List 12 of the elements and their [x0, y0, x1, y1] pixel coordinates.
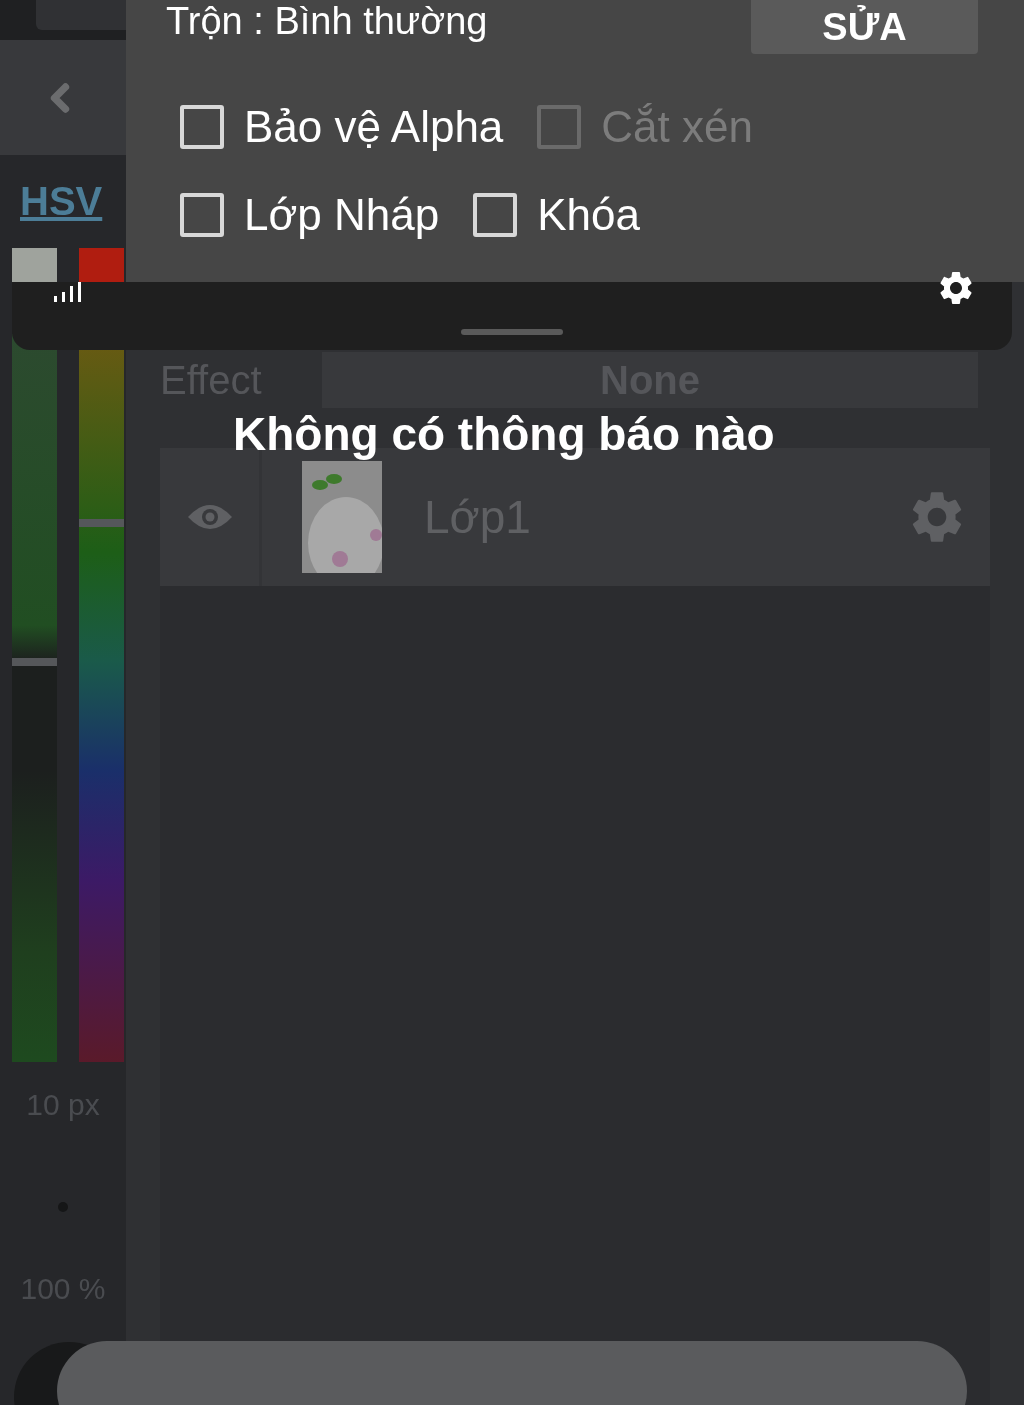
- checkbox-label[interactable]: Khóa: [473, 190, 640, 240]
- blend-mode-label: Trộn : Bình thường: [166, 0, 488, 43]
- edit-button[interactable]: SỬA: [751, 0, 978, 54]
- checkbox-label[interactable]: Lớp Nháp: [180, 190, 440, 240]
- color-swatch[interactable]: [12, 248, 57, 282]
- back-button[interactable]: [0, 40, 126, 155]
- color-swatch[interactable]: [79, 248, 124, 282]
- checkbox-label[interactable]: Bảo vệ Alpha: [180, 102, 504, 152]
- slider-handle[interactable]: [12, 657, 57, 666]
- slider-handle[interactable]: [79, 519, 124, 528]
- drag-handle[interactable]: [461, 329, 563, 335]
- toolbar-button[interactable]: [36, 0, 126, 30]
